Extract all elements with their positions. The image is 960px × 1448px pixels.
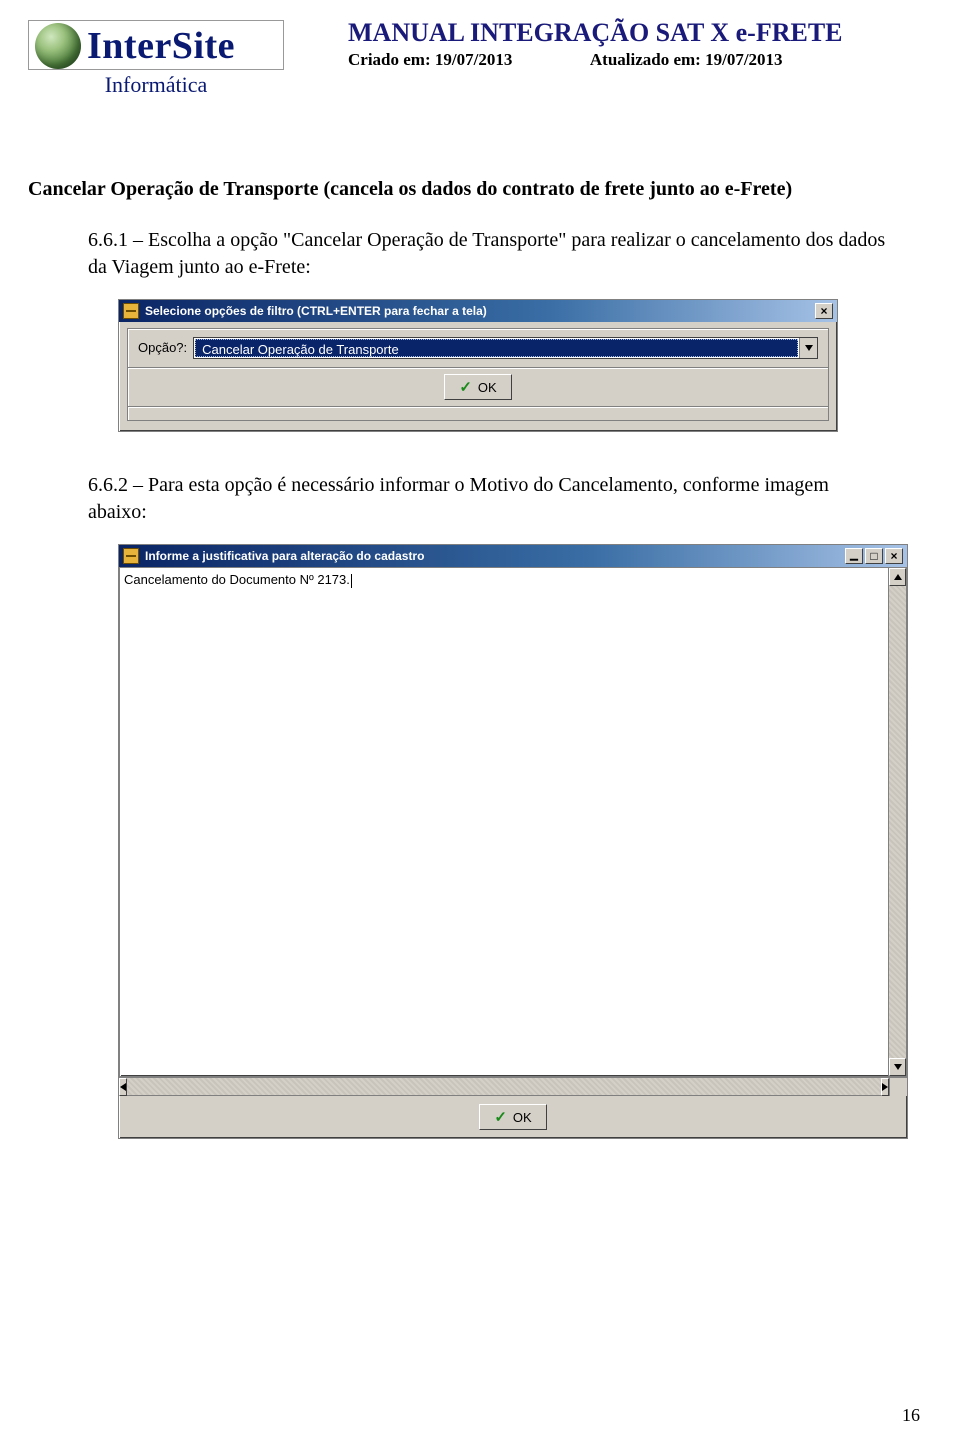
check-icon: ✓ (494, 1108, 507, 1126)
field-group-opcao: Opção?: Cancelar Operação de Transporte (127, 328, 829, 368)
scroll-left-icon[interactable] (119, 1078, 127, 1096)
scroll-corner (889, 1078, 907, 1096)
updated-value: 19/07/2013 (705, 50, 782, 69)
doc-title: MANUAL INTEGRAÇÃO SAT X e-FRETE (348, 18, 932, 48)
doc-title-block: MANUAL INTEGRAÇÃO SAT X e-FRETE Criado e… (328, 18, 932, 70)
dialog-justification-title: Informe a justificativa para alteração d… (145, 548, 843, 564)
text-caret (351, 574, 352, 588)
dialog-justification-body: Cancelamento do Documento Nº 2173. (119, 567, 907, 1138)
justification-textarea-wrap: Cancelamento do Documento Nº 2173. (119, 567, 907, 1077)
scroll-right-icon[interactable] (881, 1078, 889, 1096)
paragraph-662: 6.6.2 – Para esta opção é necessário inf… (88, 472, 892, 526)
company-logo: InterSite (28, 20, 284, 70)
justification-text: Cancelamento do Documento Nº 2173. (124, 572, 350, 587)
scroll-track-h[interactable] (127, 1078, 881, 1095)
brand-subtitle: Informática (28, 72, 284, 98)
field-label-opcao: Opção?: (138, 339, 187, 357)
paragraph-661: 6.6.1 – Escolha a opção "Cancelar Operaç… (88, 227, 892, 281)
section-heading: Cancelar Operação de Transporte (cancela… (28, 176, 932, 203)
dialog-justification-titlebar: Informe a justificativa para alteração d… (119, 545, 907, 567)
truck-icon (123, 303, 139, 319)
ok-button-label: OK (513, 1110, 532, 1125)
dialog-filter-button-row: ✓ OK (127, 368, 829, 407)
dialog-filter-body: Opção?: Cancelar Operação de Transporte … (119, 322, 837, 431)
created-value: 19/07/2013 (435, 50, 512, 69)
scroll-up-icon[interactable] (889, 568, 906, 586)
horizontal-scrollbar[interactable] (119, 1077, 907, 1095)
brand-name: InterSite (87, 27, 235, 65)
opcao-combobox[interactable]: Cancelar Operação de Transporte (193, 337, 818, 359)
scroll-down-icon[interactable] (889, 1058, 906, 1076)
ok-button[interactable]: ✓ OK (444, 374, 511, 400)
check-icon: ✓ (459, 378, 472, 396)
scroll-track[interactable] (889, 586, 906, 1058)
justification-textarea[interactable]: Cancelamento do Documento Nº 2173. (120, 568, 888, 1076)
ok-button-label: OK (478, 380, 497, 395)
vertical-scrollbar[interactable] (888, 568, 906, 1076)
opcao-combobox-value: Cancelar Operação de Transporte (195, 339, 798, 357)
dialog-filter: Selecione opções de filtro (CTRL+ENTER p… (118, 299, 838, 432)
page-header: InterSite Informática MANUAL INTEGRAÇÃO … (28, 18, 932, 98)
globe-icon (35, 23, 81, 69)
dialog-filter-titlebar: Selecione opções de filtro (CTRL+ENTER p… (119, 300, 837, 322)
dialog-filter-title: Selecione opções de filtro (CTRL+ENTER p… (145, 303, 813, 319)
updated-label: Atualizado em: (590, 50, 701, 69)
doc-dates: Criado em: 19/07/2013 Atualizado em: 19/… (348, 50, 932, 70)
created-label: Criado em: (348, 50, 431, 69)
chevron-down-icon[interactable] (799, 338, 817, 358)
dialog-justification-button-row: ✓ OK (119, 1095, 907, 1138)
page-number: 16 (902, 1405, 920, 1426)
minimize-icon[interactable]: ▁ (845, 548, 863, 564)
truck-icon (123, 548, 139, 564)
close-icon[interactable]: × (815, 303, 833, 319)
ok-button[interactable]: ✓ OK (479, 1104, 546, 1130)
maximize-icon[interactable]: □ (865, 548, 883, 564)
close-icon[interactable]: × (885, 548, 903, 564)
dialog-justification: Informe a justificativa para alteração d… (118, 544, 908, 1139)
body-content: Cancelar Operação de Transporte (cancela… (28, 176, 932, 1139)
logo-container: InterSite Informática (28, 20, 328, 98)
dialog-filter-footer-strip (127, 407, 829, 421)
document-page: InterSite Informática MANUAL INTEGRAÇÃO … (0, 0, 960, 1448)
